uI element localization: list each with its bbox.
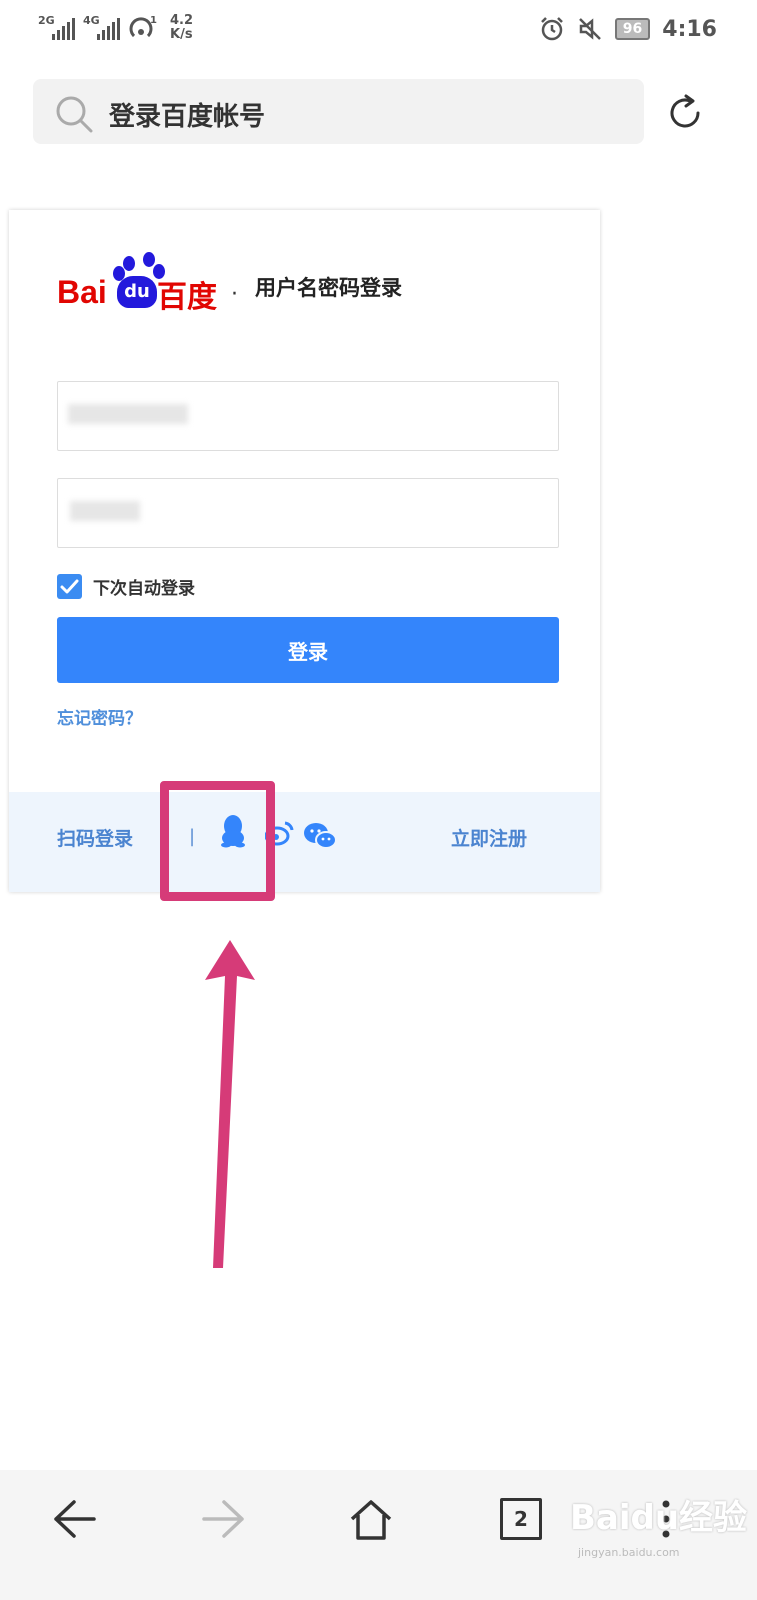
speed-value: 4.2 <box>170 13 194 28</box>
blurred-username <box>68 404 188 424</box>
address-bar[interactable]: 登录百度帐号 <box>33 79 644 144</box>
network-type-2: 4G <box>83 14 100 27</box>
watermark: Baidu经验 <box>570 1498 748 1538</box>
login-button[interactable]: 登录 <box>57 617 559 683</box>
status-left: 2G 4G 1 4.2 K/s <box>38 14 193 42</box>
register-link[interactable]: 立即注册 <box>451 824 527 851</box>
hotspot-icon: 1 <box>129 15 157 38</box>
home-icon[interactable] <box>348 1498 394 1542</box>
speed-unit: K/s <box>170 27 193 42</box>
highlight-box <box>160 781 275 901</box>
baidu-logo: Bai du 百度 <box>57 252 217 315</box>
checkmark-icon <box>60 579 79 594</box>
address-bar-title: 登录百度帐号 <box>109 102 266 132</box>
battery-indicator: 96 <box>614 18 651 40</box>
logo-baidu-cn: 百度 <box>157 280 217 315</box>
signal-4g-icon: 4G <box>83 14 122 40</box>
forgot-password-link[interactable]: 忘记密码？ <box>57 704 142 729</box>
logo-du: du <box>117 276 157 308</box>
alarm-icon <box>540 17 563 41</box>
login-card-footer: 扫码登录 | 立即注册 <box>9 792 600 892</box>
scan-login-link[interactable]: 扫码登录 <box>57 824 133 851</box>
blurred-password <box>70 501 140 521</box>
username-field[interactable] <box>57 381 559 451</box>
logo-bai: Bai <box>57 274 107 310</box>
remember-checkbox[interactable] <box>57 574 82 599</box>
status-right: 96 4:16 <box>539 16 717 42</box>
remember-label[interactable]: 下次自动登录 <box>93 574 195 599</box>
signal-2g-icon: 2G <box>38 14 77 40</box>
wechat-icon[interactable] <box>303 822 337 850</box>
clock: 4:16 <box>662 16 717 42</box>
title-separator: · <box>231 282 238 307</box>
back-arrow-icon[interactable] <box>52 1498 98 1540</box>
mute-icon <box>578 18 601 40</box>
login-mode-title: 用户名密码登录 <box>255 276 402 300</box>
login-card: Bai du 百度 · 用户名密码登录 下次自动登录 登录 忘记密码？ 扫码登录… <box>9 210 600 892</box>
network-speed: 4.2 K/s <box>170 14 193 42</box>
refresh-icon[interactable] <box>664 92 706 134</box>
annotation-arrow-icon <box>205 940 255 1268</box>
password-field[interactable] <box>57 478 559 548</box>
bottom-navigation: 2 Baidu经验 jingyan.baidu.com <box>0 1470 757 1600</box>
search-icon <box>56 96 93 133</box>
watermark-url: jingyan.baidu.com <box>578 1546 680 1559</box>
tabs-icon[interactable]: 2 <box>500 1498 542 1540</box>
forward-arrow-icon[interactable] <box>200 1498 246 1540</box>
status-bar: 2G 4G 1 4.2 K/s 96 4:16 <box>0 0 757 60</box>
network-type-1: 2G <box>38 14 55 27</box>
hotspot-count: 1 <box>150 15 157 26</box>
